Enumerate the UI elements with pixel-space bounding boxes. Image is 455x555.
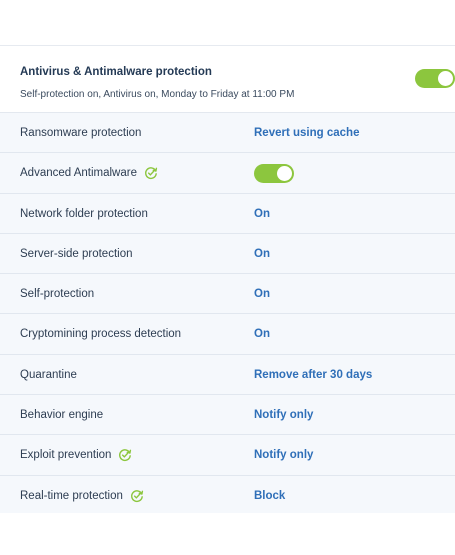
section-title: Antivirus & Antimalware protection [20, 66, 212, 78]
self-protection-value[interactable]: On [254, 274, 270, 314]
row-label: Behavior engine [20, 409, 104, 422]
row-label: Ransomware protection [20, 127, 142, 139]
row-exploit-prevention[interactable]: Exploit prevention Notify only [0, 435, 455, 476]
row-behavior-engine[interactable]: Behavior engine Notify only [0, 395, 455, 436]
ransomware-protection-value[interactable]: Revert using cache [254, 113, 359, 153]
row-real-time-protection[interactable]: Real-time protection Block [0, 476, 455, 513]
row-label: Server-side protection [20, 247, 133, 260]
cryptomining-detection-value[interactable]: On [254, 314, 270, 354]
behavior-engine-value[interactable]: Notify only [254, 395, 313, 435]
antivirus-protection-toggle[interactable] [415, 69, 455, 88]
network-folder-protection-value[interactable]: On [254, 194, 270, 234]
row-label: Exploit prevention [20, 435, 132, 475]
row-ransomware-protection[interactable]: Ransomware protection Revert using cache [0, 113, 455, 154]
exploit-prevention-value[interactable]: Notify only [254, 435, 313, 475]
advanced-antimalware-toggle[interactable] [254, 164, 294, 184]
row-quarantine[interactable]: Quarantine Remove after 30 days [0, 355, 455, 396]
row-server-side-protection[interactable]: Server-side protection On [0, 234, 455, 275]
row-label: Network folder protection [20, 207, 148, 220]
refresh-check-icon [145, 167, 158, 180]
row-self-protection[interactable]: Self-protection On [0, 274, 455, 315]
refresh-check-icon [130, 489, 144, 502]
row-label: Self-protection [20, 288, 95, 301]
row-advanced-antimalware: Advanced Antimalware [0, 153, 455, 194]
row-label: Cryptomining process detection [20, 328, 182, 341]
section-subtitle: Self-protection on, Antivirus on, Monday… [20, 89, 295, 100]
real-time-protection-value[interactable]: Block [254, 476, 285, 513]
toggle-knob [277, 166, 292, 182]
server-side-protection-value[interactable]: On [254, 234, 270, 274]
protection-panel: Antivirus & Antimalware protection Self-… [0, 45, 455, 513]
row-label: Quarantine [20, 368, 77, 381]
refresh-check-icon [119, 449, 132, 462]
toggle-knob [438, 71, 453, 86]
row-network-folder-protection[interactable]: Network folder protection On [0, 194, 455, 234]
settings-list: Ransomware protection Revert using cache… [0, 113, 455, 513]
row-label: Real-time protection [20, 476, 144, 513]
antivirus-section-header: Antivirus & Antimalware protection Self-… [0, 46, 455, 113]
quarantine-value[interactable]: Remove after 30 days [254, 355, 372, 395]
row-cryptomining-detection[interactable]: Cryptomining process detection On [0, 314, 455, 355]
row-label: Advanced Antimalware [20, 153, 158, 193]
